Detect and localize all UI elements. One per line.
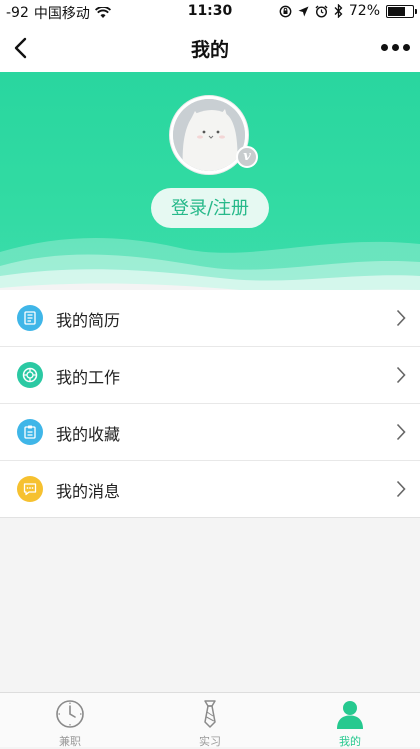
chevron-right-icon xyxy=(396,480,406,498)
menu-item-resume[interactable]: 我的简历 xyxy=(0,290,420,347)
resume-icon xyxy=(17,305,43,331)
message-icon xyxy=(17,476,43,502)
tab-part-time[interactable]: 兼职 xyxy=(0,693,140,748)
tab-internship[interactable]: 实习 xyxy=(140,693,280,748)
chevron-right-icon xyxy=(396,423,406,441)
lifebuoy-icon xyxy=(17,362,43,388)
battery-percent: 72% xyxy=(348,3,380,19)
tie-icon xyxy=(204,700,216,728)
menu-item-work[interactable]: 我的工作 xyxy=(0,347,420,404)
battery-icon xyxy=(386,4,417,18)
tab-bar: 兼职 实习 我的 xyxy=(0,692,420,748)
more-dot xyxy=(381,44,388,51)
chevron-right-icon xyxy=(396,309,406,327)
chevron-right-icon xyxy=(396,366,406,384)
more-options-icon[interactable] xyxy=(381,44,410,51)
tab-mine[interactable]: 我的 xyxy=(280,693,420,748)
bluetooth-icon xyxy=(334,4,343,18)
menu-list: 我的简历 我的工作 我的收藏 我的消息 xyxy=(0,290,420,518)
battery-fill xyxy=(388,6,406,16)
more-dot xyxy=(403,44,410,51)
menu-item-label: 我的简历 xyxy=(56,311,121,330)
menu-item-favorites[interactable]: 我的收藏 xyxy=(0,404,420,461)
rotation-lock-icon xyxy=(279,5,292,17)
clock-icon xyxy=(56,700,84,728)
person-icon xyxy=(337,701,363,729)
menu-item-label: 我的消息 xyxy=(56,482,121,501)
clipboard-icon xyxy=(17,419,43,445)
alarm-icon xyxy=(315,5,328,18)
nav-bar: 我的 xyxy=(0,24,420,72)
profile-header: v 登录/注册 xyxy=(0,72,420,294)
cat-avatar-icon xyxy=(173,99,245,171)
more-dot xyxy=(392,44,399,51)
status-right: 72% xyxy=(279,3,417,19)
login-register-button[interactable]: 登录/注册 xyxy=(151,188,269,228)
badge-letter: v xyxy=(243,149,251,164)
avatar-image xyxy=(173,99,245,171)
menu-item-label: 我的收藏 xyxy=(56,425,121,444)
status-bar: -92 中国移动 11:30 72% xyxy=(0,0,420,24)
menu-item-messages[interactable]: 我的消息 xyxy=(0,461,420,518)
location-arrow-icon xyxy=(298,6,309,16)
menu-item-label: 我的工作 xyxy=(56,368,121,387)
page-title: 我的 xyxy=(190,39,229,61)
verified-badge: v xyxy=(236,146,258,168)
